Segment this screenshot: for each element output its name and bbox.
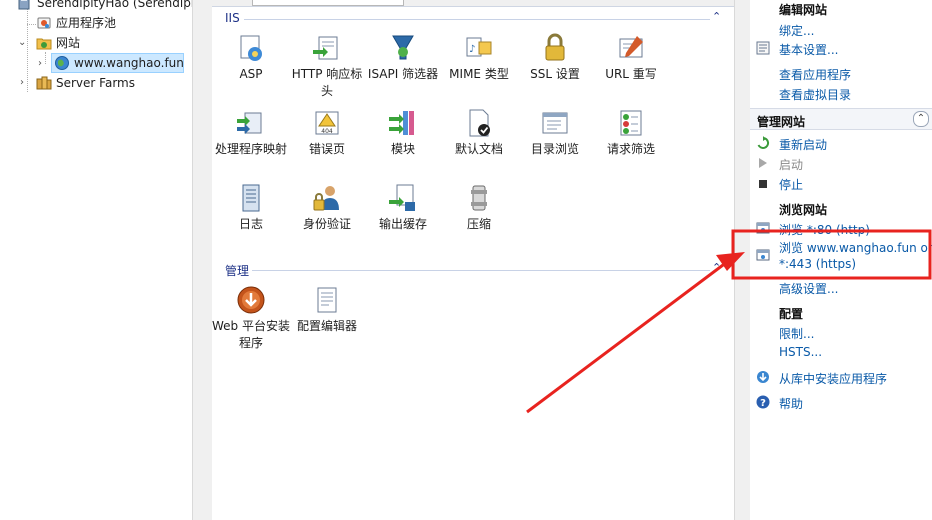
filter-input[interactable] (252, 0, 404, 6)
install-from-gallery-link[interactable]: 从库中安装应用程序 (779, 370, 887, 387)
modules-icon (389, 111, 414, 135)
collapse-manage-site-icon[interactable]: ⌃ (913, 111, 929, 127)
logging-icon (242, 184, 260, 212)
browse-icon (756, 249, 770, 261)
view-virtual-dirs-link[interactable]: 查看虚拟目录 (779, 86, 851, 103)
feature-label: 请求筛选 (606, 142, 655, 156)
feature-label: SSL 设置 (530, 67, 580, 81)
request-filtering-icon (620, 110, 642, 136)
manage-site-header: 管理网站 (757, 115, 806, 129)
tree-node-app-pools[interactable]: 应用程序池 (0, 14, 192, 32)
sites-folder-icon (36, 38, 52, 50)
globe-icon (55, 56, 69, 70)
collapse-iis-icon[interactable]: ⌃ (712, 10, 721, 23)
browse-https-link-port[interactable]: *:443 (https) (779, 257, 856, 271)
actions-pane: 编辑网站 绑定... 基本设置... 查看应用程序 查看虚拟目录 管理网站 ⌃ … (750, 0, 932, 520)
web-platform-installer-icon (237, 286, 265, 314)
stop-link[interactable]: 停止 (779, 176, 803, 193)
chevron-right-icon[interactable]: › (38, 59, 48, 69)
server-icon (18, 0, 30, 10)
feature-label: 压缩 (466, 217, 491, 231)
feature-label: 日志 (238, 217, 263, 231)
feature-label: ISAPI 筛选器 (367, 67, 439, 81)
server-farm-icon (36, 76, 52, 90)
asp-icon (240, 35, 262, 61)
basic-settings-link[interactable]: 基本设置... (779, 41, 838, 58)
filter-bar (212, 0, 734, 7)
svg-text:404: 404 (321, 128, 333, 135)
feature-label: 输出缓存 (378, 217, 427, 231)
section-divider (244, 19, 710, 20)
bindings-link[interactable]: 绑定... (779, 22, 814, 39)
tree-node-sites[interactable]: ⌄ 网站 (0, 34, 192, 52)
tree-node-server[interactable]: SerendipityHao (Serendipit (10, 0, 192, 12)
view-applications-link[interactable]: 查看应用程序 (779, 66, 851, 83)
svg-text:?: ? (760, 398, 766, 409)
feature-label: 默认文档 (454, 142, 503, 156)
start-icon (759, 158, 767, 168)
feature-label: 配置编辑器 (296, 319, 357, 333)
collapse-manage-icon[interactable]: ⌃ (712, 261, 721, 274)
browse-https-link[interactable]: 浏览 www.wanghao.fun on (779, 239, 932, 256)
http-response-headers-icon (313, 36, 338, 60)
browse-http-link[interactable]: 浏览 *:80 (http) (779, 221, 870, 238)
directory-browsing-icon (542, 112, 568, 134)
edit-site-header: 编辑网站 (779, 3, 828, 17)
feature-label: 处理程序映射 (214, 142, 287, 156)
error-pages-icon: 404 (315, 111, 339, 135)
svg-text:♪: ♪ (469, 44, 475, 55)
tree-splitter[interactable] (192, 0, 214, 520)
compression-icon (471, 185, 487, 211)
output-caching-icon (389, 184, 415, 211)
feature-label: ASP (239, 67, 263, 81)
limits-link[interactable]: 限制... (779, 325, 814, 342)
url-rewrite-icon (619, 36, 643, 58)
stop-icon (759, 180, 767, 188)
app-pool-icon (37, 17, 51, 29)
section-header-manage: 管理 (225, 264, 250, 278)
chevron-down-icon[interactable]: ⌄ (18, 38, 28, 48)
feature-label: MIME 类型 (449, 67, 509, 81)
tree-node-server-farms[interactable]: › Server Farms (0, 74, 192, 92)
feature-label: HTTP 响应标头 (291, 67, 363, 98)
feature-label: Web 平台安装程序 (212, 319, 290, 350)
configuration-editor-icon (317, 287, 337, 313)
restart-icon (757, 136, 770, 149)
handler-mappings-icon (237, 112, 262, 134)
isapi-filters-icon (392, 35, 414, 60)
features-view: IIS ⌃ ASP HTTP 响应标头 ISAPI 筛选器 ♪ MIME 类型 SSL 设… (212, 0, 734, 520)
ssl-lock-icon (545, 33, 565, 61)
restart-link[interactable]: 重新启动 (779, 136, 827, 153)
feature-label: URL 重写 (605, 67, 657, 81)
section-header-iis: IIS (225, 11, 240, 25)
hsts-link[interactable]: HSTS... (779, 345, 822, 359)
configure-header: 配置 (779, 307, 804, 321)
authentication-icon (313, 186, 339, 211)
install-gallery-icon (757, 371, 769, 383)
feature-label: 身份验证 (302, 217, 351, 231)
default-document-icon (469, 109, 490, 137)
feature-label: 目录浏览 (530, 142, 579, 156)
advanced-settings-link[interactable]: 高级设置... (779, 280, 838, 297)
start-link[interactable]: 启动 (779, 156, 803, 173)
help-link[interactable]: 帮助 (779, 395, 803, 412)
help-icon: ? (756, 395, 770, 409)
browse-icon (756, 222, 770, 234)
tree-node-site-selected[interactable]: www.wanghao.fun (51, 53, 184, 73)
settings-page-icon (756, 41, 770, 55)
connections-tree: SerendipityHao (Serendipit 应用程序池 ⌄ 网站 ww… (0, 0, 192, 520)
section-divider (252, 270, 710, 271)
mime-types-icon: ♪ (466, 37, 492, 57)
chevron-right-icon[interactable]: › (20, 78, 30, 88)
feature-label: 错误页 (308, 142, 345, 156)
browse-site-header: 浏览网站 (779, 203, 828, 217)
feature-label: 模块 (390, 142, 415, 156)
